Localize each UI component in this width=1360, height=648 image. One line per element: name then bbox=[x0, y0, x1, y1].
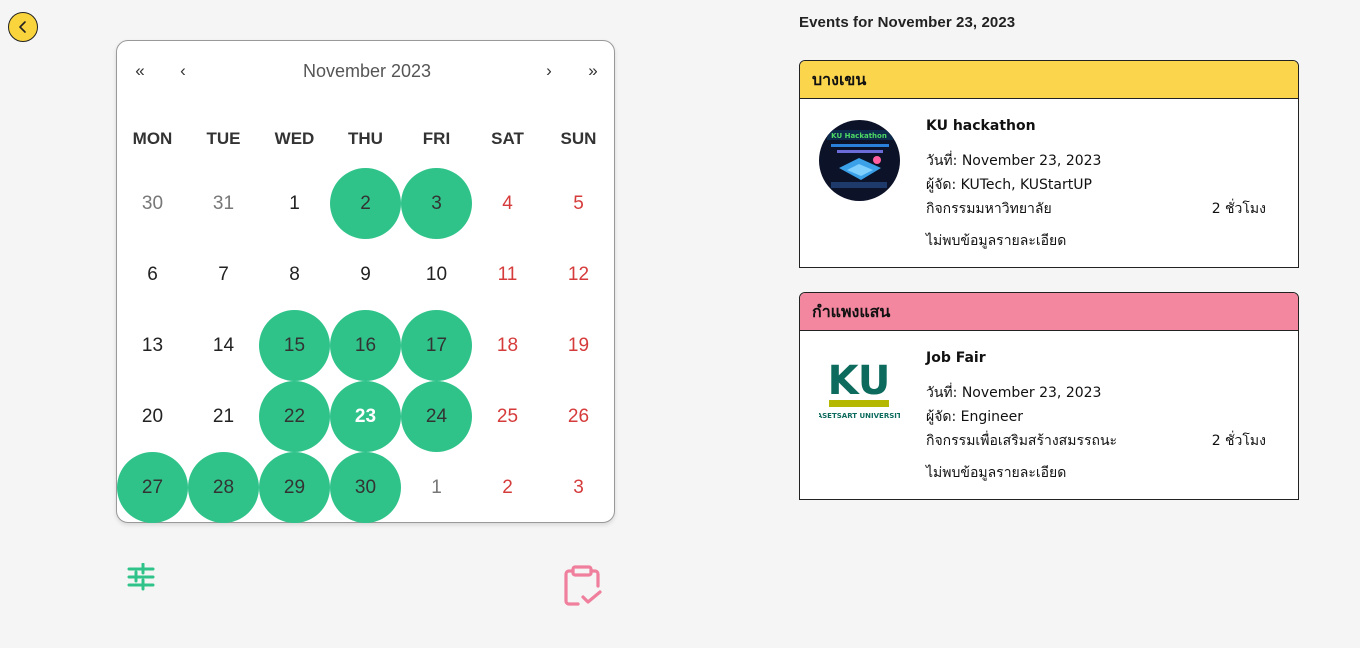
calendar-day[interactable]: 5 bbox=[543, 168, 614, 239]
clipboard-button[interactable] bbox=[562, 564, 604, 610]
logo-text: KU bbox=[828, 358, 891, 404]
calendar-day[interactable]: 23 bbox=[330, 381, 401, 452]
thumbnail-caption: KU Hackathon bbox=[831, 132, 887, 140]
event-card[interactable]: บางเขน KU Hackathon KU hackathon วันที่:… bbox=[799, 60, 1299, 268]
weekday-label: MON bbox=[132, 129, 173, 148]
event-duration: 2 ชั่วโมง bbox=[1211, 433, 1266, 449]
back-button[interactable] bbox=[8, 12, 38, 42]
event-detail: ไม่พบข้อมูลรายละเอียด bbox=[926, 233, 1067, 249]
day-grid: 30 31 1 2 3 4 5 6 7 8 9 10 11 12 13 14 15 16 17 18 19 20 21 22 2… bbox=[117, 168, 614, 523]
calendar-day[interactable]: 8 bbox=[259, 239, 330, 310]
calendar-day[interactable]: 3 bbox=[401, 168, 472, 239]
event-thumbnail: KU Hackathon bbox=[819, 120, 900, 201]
event-organizer: ผู้จัด: KUTech, KUStartUP bbox=[926, 177, 1092, 193]
next-month-button[interactable]: › bbox=[534, 53, 564, 89]
calendar-day[interactable]: 4 bbox=[472, 168, 543, 239]
event-organizer: ผู้จัด: Engineer bbox=[926, 409, 1024, 425]
calendar-day[interactable]: 25 bbox=[472, 381, 543, 452]
calendar-day[interactable]: 30 bbox=[117, 168, 188, 239]
calendar-day[interactable]: 10 bbox=[401, 239, 472, 310]
event-card-body: KU Hackathon KU hackathon วันที่: Novemb… bbox=[800, 99, 1298, 267]
weekday-label: SAT bbox=[491, 129, 524, 148]
events-title: Events for November 23, 2023 bbox=[799, 14, 1016, 31]
campus-header: บางเขน bbox=[800, 61, 1298, 99]
calendar-day[interactable]: 17 bbox=[401, 310, 472, 381]
calendar-day[interactable]: 26 bbox=[543, 381, 614, 452]
calendar-day[interactable]: 24 bbox=[401, 381, 472, 452]
calendar-day[interactable]: 16 bbox=[330, 310, 401, 381]
weekday-label: SUN bbox=[560, 129, 597, 148]
calendar-day[interactable]: 11 bbox=[472, 239, 543, 310]
weekday-label: FRI bbox=[422, 129, 451, 148]
calendar-day[interactable]: 30 bbox=[330, 452, 401, 523]
calendar-day[interactable]: 13 bbox=[117, 310, 188, 381]
event-card[interactable]: กำแพงแสน KU KASETSART UNIVERSITY Job Fai… bbox=[799, 292, 1299, 500]
event-date: วันที่: November 23, 2023 bbox=[926, 385, 1102, 401]
calendar-day[interactable]: 2 bbox=[472, 452, 543, 523]
logo-subtext: KASETSART UNIVERSITY bbox=[819, 412, 900, 420]
event-category: กิจกรรมมหาวิทยาลัย bbox=[926, 201, 1052, 217]
clipboard-check-icon bbox=[564, 565, 602, 606]
sliders-icon bbox=[127, 562, 155, 591]
event-card-body: KU KASETSART UNIVERSITY Job Fair วันที่:… bbox=[800, 331, 1298, 499]
event-duration: 2 ชั่วโมง bbox=[1211, 201, 1266, 217]
calendar-day[interactable]: 14 bbox=[188, 310, 259, 381]
calendar-navigation: « ‹ November 2023 › » bbox=[117, 53, 614, 89]
calendar-day[interactable]: 6 bbox=[117, 239, 188, 310]
calendar-day[interactable]: 18 bbox=[472, 310, 543, 381]
calendar-day[interactable]: 21 bbox=[188, 381, 259, 452]
campus-header: กำแพงแสน bbox=[800, 293, 1298, 331]
calendar-day[interactable]: 1 bbox=[259, 168, 330, 239]
weekday-label: TUE bbox=[206, 129, 241, 148]
calendar-day[interactable]: 29 bbox=[259, 452, 330, 523]
prev-year-button[interactable]: « bbox=[125, 53, 155, 89]
calendar-day[interactable]: 15 bbox=[259, 310, 330, 381]
event-name: Job Fair bbox=[926, 350, 986, 366]
calendar-day[interactable]: 27 bbox=[117, 452, 188, 523]
calendar-day[interactable]: 7 bbox=[188, 239, 259, 310]
next-year-button[interactable]: » bbox=[578, 53, 608, 89]
calendar-day[interactable]: 28 bbox=[188, 452, 259, 523]
filter-button[interactable] bbox=[126, 562, 156, 591]
calendar-day[interactable]: 22 bbox=[259, 381, 330, 452]
calendar-day[interactable]: 19 bbox=[543, 310, 614, 381]
chevron-left-icon bbox=[19, 21, 26, 33]
calendar-day[interactable]: 9 bbox=[330, 239, 401, 310]
calendar-day[interactable]: 2 bbox=[330, 168, 401, 239]
event-detail: ไม่พบข้อมูลรายละเอียด bbox=[926, 465, 1067, 481]
calendar-day[interactable]: 1 bbox=[401, 452, 472, 523]
event-thumbnail: KU KASETSART UNIVERSITY bbox=[819, 352, 900, 433]
prev-month-button[interactable]: ‹ bbox=[168, 53, 198, 89]
event-date: วันที่: November 23, 2023 bbox=[926, 153, 1102, 169]
weekday-header: MON TUE WED THU FRI SAT SUN bbox=[117, 127, 614, 151]
month-label[interactable]: November 2023 bbox=[267, 53, 467, 89]
calendar-day[interactable]: 3 bbox=[543, 452, 614, 523]
weekday-label: WED bbox=[274, 129, 315, 148]
event-category: กิจกรรมเพื่อเสริมสร้างสมรรถนะ bbox=[926, 433, 1118, 449]
weekday-label: THU bbox=[348, 129, 383, 148]
event-name: KU hackathon bbox=[926, 118, 1036, 134]
calendar-day[interactable]: 20 bbox=[117, 381, 188, 452]
calendar-day[interactable]: 12 bbox=[543, 239, 614, 310]
ku-logo: KU KASETSART UNIVERSITY bbox=[819, 352, 900, 433]
calendar-day[interactable]: 31 bbox=[188, 168, 259, 239]
calendar: « ‹ November 2023 › » MON TUE WED THU FR… bbox=[116, 40, 615, 523]
